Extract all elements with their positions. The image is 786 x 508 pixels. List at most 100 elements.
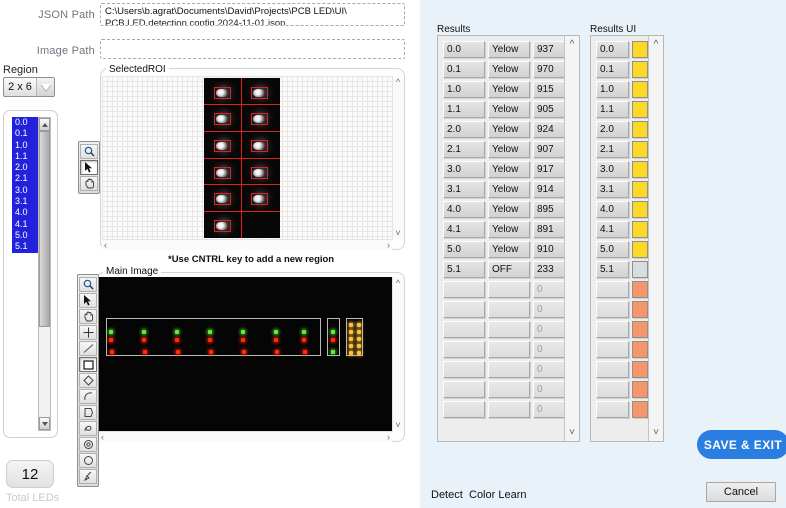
results-cell-id[interactable] bbox=[443, 341, 485, 358]
freehand-icon[interactable] bbox=[79, 421, 97, 436]
results-cell-id[interactable]: 0.1 bbox=[443, 61, 485, 78]
region-select[interactable]: 2 x 6 bbox=[3, 77, 55, 97]
results-ui-color-swatch[interactable] bbox=[632, 301, 648, 318]
region-list-item[interactable]: 3.0 bbox=[12, 184, 38, 197]
table-row[interactable]: 3.0 Yelow 917 bbox=[443, 161, 575, 178]
table-row[interactable] bbox=[596, 301, 648, 318]
line-icon[interactable] bbox=[79, 341, 97, 356]
table-row[interactable] bbox=[596, 341, 648, 358]
results-table[interactable]: 0.0 Yelow 937 0.1 Yelow 970 1.0 Yelow 915 1.1 Yelo… bbox=[437, 35, 580, 442]
table-row[interactable]: 0 bbox=[443, 381, 575, 398]
main-image-toolbar[interactable] bbox=[77, 274, 99, 487]
region-listbox[interactable]: 0.0 0.1 1.0 1.1 2.0 2.1 3.0 3.1 4.0 4.1 5.0 5.1 bbox=[3, 110, 58, 438]
table-row[interactable]: 5.0 Yelow 910 bbox=[443, 241, 575, 258]
main-image-hscrollbar[interactable]: ‹ › bbox=[99, 431, 392, 442]
region-list-item[interactable]: 5.0 bbox=[12, 229, 38, 242]
color-learn-button[interactable]: Color Learn bbox=[469, 489, 526, 501]
results-ui-cell-id[interactable]: 2.1 bbox=[596, 141, 629, 158]
results-cell-id[interactable]: 2.0 bbox=[443, 121, 485, 138]
results-ui-color-swatch[interactable] bbox=[632, 401, 648, 418]
scroll-up-icon[interactable]: ^ bbox=[393, 279, 403, 288]
scroll-up-icon[interactable]: ^ bbox=[393, 78, 403, 87]
results-cell-color[interactable]: Yelow bbox=[488, 41, 530, 58]
results-cell-color[interactable]: Yelow bbox=[488, 141, 530, 158]
results-cell-color[interactable] bbox=[488, 321, 530, 338]
table-row[interactable]: 4.1 Yelow 891 bbox=[443, 221, 575, 238]
results-cell-color[interactable]: Yelow bbox=[488, 61, 530, 78]
results-ui-cell-id[interactable] bbox=[596, 361, 629, 378]
scroll-down-icon[interactable]: ˅ bbox=[653, 427, 659, 438]
table-row[interactable]: 2.0 bbox=[596, 121, 648, 138]
region-list-item[interactable]: 5.1 bbox=[12, 241, 38, 253]
table-row[interactable]: 0.1 Yelow 970 bbox=[443, 61, 575, 78]
table-row[interactable]: 2.0 Yelow 924 bbox=[443, 121, 575, 138]
table-row[interactable]: 5.1 bbox=[596, 261, 648, 278]
results-ui-cell-id[interactable]: 1.1 bbox=[596, 101, 629, 118]
results-ui-cell-id[interactable] bbox=[596, 301, 629, 318]
results-cell-id[interactable]: 4.0 bbox=[443, 201, 485, 218]
results-ui-color-swatch[interactable] bbox=[632, 221, 648, 238]
results-cell-color[interactable]: Yelow bbox=[488, 221, 530, 238]
scroll-down-icon[interactable]: ˅ bbox=[393, 229, 403, 238]
results-ui-color-swatch[interactable] bbox=[632, 381, 648, 398]
table-row[interactable]: 0.0 bbox=[596, 41, 648, 58]
cancel-button[interactable]: Cancel bbox=[706, 482, 776, 502]
results-ui-cell-id[interactable]: 0.0 bbox=[596, 41, 629, 58]
table-row[interactable]: 4.0 Yelow 895 bbox=[443, 201, 575, 218]
table-row[interactable]: 3.1 bbox=[596, 181, 648, 198]
results-ui-cell-id[interactable]: 0.1 bbox=[596, 61, 629, 78]
image-path-input[interactable] bbox=[100, 39, 405, 59]
results-ui-color-swatch[interactable] bbox=[632, 41, 648, 58]
annulus-icon[interactable] bbox=[79, 437, 97, 452]
magnifier-icon[interactable] bbox=[79, 277, 97, 292]
region-list-item[interactable]: 3.1 bbox=[12, 196, 38, 208]
results-cell-color[interactable] bbox=[488, 281, 530, 298]
scroll-down-icon[interactable] bbox=[39, 417, 50, 430]
results-cell-color[interactable]: Yelow bbox=[488, 201, 530, 218]
results-cell-id[interactable] bbox=[443, 381, 485, 398]
results-ui-cell-id[interactable]: 5.1 bbox=[596, 261, 629, 278]
results-ui-color-swatch[interactable] bbox=[632, 361, 648, 378]
hand-icon[interactable] bbox=[80, 176, 98, 191]
table-row[interactable]: 5.1 OFF 233 bbox=[443, 261, 575, 278]
results-ui-cell-id[interactable]: 4.1 bbox=[596, 221, 629, 238]
results-ui-color-swatch[interactable] bbox=[632, 201, 648, 218]
results-cell-color[interactable]: Yelow bbox=[488, 181, 530, 198]
results-cell-id[interactable] bbox=[443, 361, 485, 378]
region-list-item[interactable]: 0.1 bbox=[12, 128, 38, 140]
scrollbar-thumb[interactable] bbox=[39, 131, 50, 327]
results-cell-color[interactable]: OFF bbox=[488, 261, 530, 278]
circle-icon[interactable] bbox=[79, 453, 97, 468]
scroll-up-icon[interactable]: ^ bbox=[654, 39, 659, 50]
scroll-up-icon[interactable] bbox=[39, 118, 50, 131]
table-row[interactable] bbox=[596, 381, 648, 398]
rotated-rect-icon[interactable] bbox=[79, 373, 97, 388]
results-cell-id[interactable] bbox=[443, 301, 485, 318]
results-cell-id[interactable]: 1.1 bbox=[443, 101, 485, 118]
region-list-item[interactable]: 1.0 bbox=[12, 139, 38, 151]
table-row[interactable]: 0 bbox=[443, 341, 575, 358]
results-ui-color-swatch[interactable] bbox=[632, 181, 648, 198]
results-ui-cell-id[interactable]: 4.0 bbox=[596, 201, 629, 218]
results-cell-id[interactable]: 3.0 bbox=[443, 161, 485, 178]
region-list-item[interactable]: 1.1 bbox=[12, 150, 38, 163]
scroll-down-icon[interactable]: ˅ bbox=[393, 421, 403, 430]
region-list-item[interactable]: 2.0 bbox=[12, 162, 38, 174]
table-row[interactable]: 5.0 bbox=[596, 241, 648, 258]
region-list-item[interactable]: 2.1 bbox=[12, 173, 38, 185]
main-image-canvas[interactable] bbox=[99, 277, 392, 432]
table-row[interactable]: 1.1 Yelow 905 bbox=[443, 101, 575, 118]
results-ui-cell-id[interactable]: 1.0 bbox=[596, 81, 629, 98]
results-ui-cell-id[interactable]: 5.0 bbox=[596, 241, 629, 258]
results-ui-cell-id[interactable] bbox=[596, 281, 629, 298]
table-row[interactable]: 3.1 Yelow 914 bbox=[443, 181, 575, 198]
arrow-icon[interactable] bbox=[79, 293, 97, 308]
table-row[interactable]: 0 bbox=[443, 361, 575, 378]
table-row[interactable]: 3.0 bbox=[596, 161, 648, 178]
broom-icon[interactable] bbox=[79, 469, 97, 484]
table-row[interactable] bbox=[596, 321, 648, 338]
results-ui-cell-id[interactable] bbox=[596, 401, 629, 418]
table-row[interactable]: 0 bbox=[443, 321, 575, 338]
region-list-item[interactable]: 4.0 bbox=[12, 207, 38, 219]
results-cell-id[interactable]: 4.1 bbox=[443, 221, 485, 238]
